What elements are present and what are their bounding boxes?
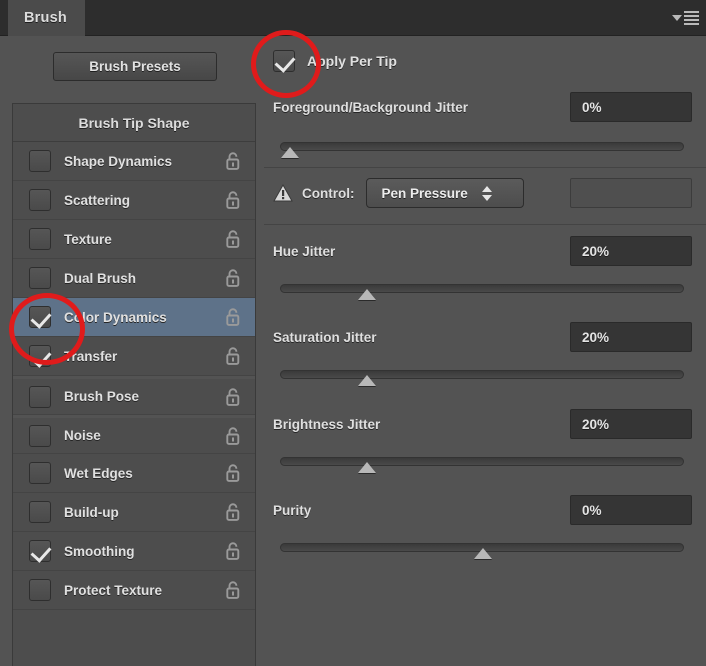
brightness-jitter-slider-thumb[interactable] — [358, 462, 377, 473]
fg-bg-jitter-label: Foreground/Background Jitter — [273, 100, 469, 115]
list-item[interactable]: Dual Brush — [13, 259, 255, 298]
unlock-icon[interactable] — [225, 269, 241, 288]
divider — [264, 224, 706, 225]
list-item[interactable]: Scattering — [13, 181, 255, 220]
purity-label: Purity — [273, 503, 312, 518]
purity-slider-thumb[interactable] — [474, 548, 492, 559]
saturation-jitter-slider[interactable] — [280, 370, 684, 386]
list-item-label: Color Dynamics — [64, 309, 167, 325]
hue-jitter-slider-thumb[interactable] — [358, 289, 377, 300]
list-item-label: Protect Texture — [64, 582, 163, 598]
hue-jitter-slider[interactable] — [280, 284, 684, 300]
unlock-icon[interactable] — [225, 347, 241, 366]
list-item[interactable]: Smoothing — [13, 532, 255, 571]
brightness-jitter-slider[interactable] — [280, 457, 684, 473]
control-secondary-field[interactable] — [570, 178, 692, 208]
unlock-icon[interactable] — [225, 152, 241, 171]
list-item-checkbox[interactable] — [29, 345, 51, 367]
unlock-icon[interactable] — [225, 387, 241, 406]
list-item[interactable]: Color Dynamics — [13, 298, 255, 337]
control-dropdown[interactable]: Pen Pressure — [366, 178, 525, 208]
tab-brush[interactable]: Brush — [8, 0, 85, 36]
list-item-label: Texture — [64, 231, 112, 247]
brush-presets-label: Brush Presets — [89, 59, 181, 74]
tab-brush-label: Brush — [24, 10, 67, 26]
list-item-label: Scattering — [64, 192, 131, 208]
panel-tab-bar: Brush — [0, 0, 706, 36]
unlock-icon[interactable] — [225, 308, 241, 327]
saturation-jitter-value[interactable]: 20% — [570, 322, 692, 352]
fg-bg-jitter-slider[interactable] — [280, 142, 684, 158]
list-item[interactable]: Shape Dynamics — [13, 142, 255, 181]
list-item-checkbox[interactable] — [29, 228, 51, 250]
control-row: Control: Pen Pressure — [273, 178, 525, 208]
warning-triangle-icon — [273, 184, 293, 202]
unlock-icon[interactable] — [225, 464, 241, 483]
unlock-icon[interactable] — [225, 230, 241, 249]
unlock-icon[interactable] — [225, 542, 241, 561]
list-item-checkbox[interactable] — [29, 501, 51, 523]
chevron-down-icon — [672, 15, 682, 21]
fg-bg-jitter-slider-thumb[interactable] — [281, 147, 299, 158]
list-item-checkbox[interactable] — [29, 424, 51, 447]
list-item-checkbox[interactable] — [29, 462, 51, 484]
saturation-jitter-label: Saturation Jitter — [273, 330, 377, 345]
stepper-arrows-icon — [481, 185, 492, 201]
list-item-checkbox[interactable] — [29, 189, 51, 211]
hamburger-icon — [684, 11, 699, 25]
brush-tip-shape-label: Brush Tip Shape — [78, 114, 190, 131]
brush-panel: Brush Brush Presets Brush Tip Shape Shap… — [0, 0, 706, 666]
saturation-jitter-slider-thumb[interactable] — [358, 375, 377, 386]
panel-menu-icon[interactable] — [672, 9, 699, 27]
purity-value[interactable]: 0% — [570, 495, 692, 525]
list-item-checkbox[interactable] — [29, 306, 51, 328]
list-item-checkbox[interactable] — [29, 385, 51, 408]
control-dropdown-value: Pen Pressure — [381, 185, 468, 201]
list-item[interactable]: Wet Edges — [13, 454, 255, 493]
brush-options-list: Brush Tip Shape Shape Dynamics Scattering… — [12, 103, 256, 666]
list-item-label: Wet Edges — [64, 465, 133, 481]
list-item[interactable]: Noise — [13, 415, 255, 454]
list-item-label: Shape Dynamics — [64, 153, 173, 169]
control-label: Control: — [302, 185, 355, 201]
brightness-jitter-value[interactable]: 20% — [570, 409, 692, 439]
unlock-icon[interactable] — [225, 581, 241, 600]
list-item-checkbox[interactable] — [29, 267, 51, 289]
list-item[interactable]: Texture — [13, 220, 255, 259]
fg-bg-jitter-value[interactable]: 0% — [570, 92, 692, 122]
unlock-icon[interactable] — [225, 426, 241, 445]
list-item-checkbox[interactable] — [29, 540, 51, 562]
list-item-label: Build-up — [64, 504, 119, 520]
unlock-icon[interactable] — [225, 191, 241, 210]
color-dynamics-options: Apply Per Tip Foreground/Background Jitt… — [264, 36, 706, 666]
list-item[interactable]: Brush Pose — [13, 376, 255, 415]
brush-presets-button[interactable]: Brush Presets — [53, 52, 217, 81]
apply-per-tip-label: Apply Per Tip — [307, 53, 397, 69]
apply-per-tip-checkbox[interactable] — [273, 50, 295, 72]
unlock-icon[interactable] — [225, 503, 241, 522]
list-item-checkbox[interactable] — [29, 579, 51, 601]
list-item-label: Smoothing — [64, 543, 135, 559]
list-item[interactable]: Protect Texture — [13, 571, 255, 610]
list-item[interactable]: Build-up — [13, 493, 255, 532]
list-item-label: Noise — [64, 428, 101, 443]
divider — [264, 167, 706, 168]
list-item-label: Dual Brush — [64, 270, 137, 286]
list-item-label: Transfer — [64, 348, 118, 364]
purity-slider[interactable] — [280, 543, 684, 559]
list-item[interactable]: Transfer — [13, 337, 255, 376]
brush-tip-shape-header[interactable]: Brush Tip Shape — [13, 104, 255, 142]
list-item-label: Brush Pose — [64, 389, 140, 404]
hue-jitter-label: Hue Jitter — [273, 244, 336, 259]
hue-jitter-value[interactable]: 20% — [570, 236, 692, 266]
apply-per-tip-row[interactable]: Apply Per Tip — [273, 50, 397, 72]
list-item-checkbox[interactable] — [29, 150, 51, 172]
brightness-jitter-label: Brightness Jitter — [273, 417, 381, 432]
